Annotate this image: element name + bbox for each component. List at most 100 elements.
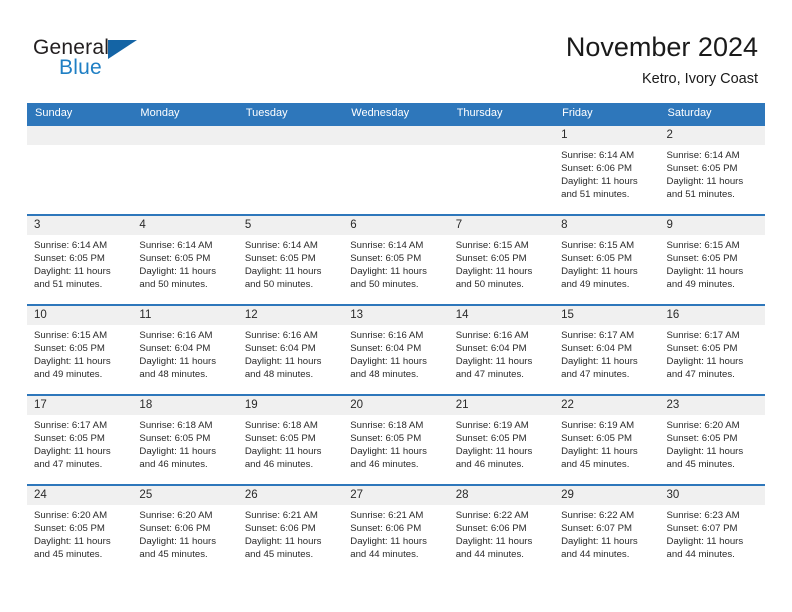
day-cell[interactable]: 16 Sunrise: 6:17 AM Sunset: 6:05 PM Dayligh… — [659, 306, 765, 394]
sunrise-line: Sunrise: 6:15 AM — [455, 240, 529, 251]
day-cell[interactable]: 13 Sunrise: 6:16 AM Sunset: 6:04 PM Dayligh… — [343, 306, 449, 394]
weekday-header-row: Sunday Monday Tuesday Wednesday Thursday… — [27, 103, 765, 124]
day-cell[interactable]: 21 Sunrise: 6:19 AM Sunset: 6:05 PM Dayligh… — [448, 396, 555, 484]
daylight-line-2: and 49 minutes. — [561, 279, 630, 291]
general-blue-logo[interactable]: General Blue — [33, 36, 143, 82]
daylight-line-1: Daylight: 11 hours — [350, 446, 427, 458]
week-row: 1 Sunrise: 6:14 AM Sunset: 6:06 PM Daylight… — [27, 124, 765, 214]
page-header: General Blue November 2024 Ketro, Ivory … — [0, 0, 792, 100]
day-cell[interactable] — [237, 126, 344, 214]
day-details: Sunrise: 6:14 AM Sunset: 6:05 PM Daylight:… — [660, 145, 765, 201]
day-cell[interactable]: 2 Sunrise: 6:14 AM Sunset: 6:05 PM Daylight… — [659, 126, 765, 214]
sunset-line: Sunset: 6:06 PM — [455, 523, 527, 535]
daylight-line-1: Daylight: 11 hours — [34, 356, 111, 368]
day-cell[interactable]: 5 Sunrise: 6:14 AM Sunset: 6:05 PM Daylight… — [237, 216, 344, 304]
day-cell[interactable]: 22 Sunrise: 6:19 AM Sunset: 6:05 PM Dayligh… — [554, 396, 660, 484]
day-cell[interactable]: 11 Sunrise: 6:16 AM Sunset: 6:04 PM Dayligh… — [132, 306, 238, 394]
sunrise-line: Sunrise: 6:20 AM — [666, 420, 740, 431]
day-number — [27, 126, 133, 145]
day-cell[interactable]: 23 Sunrise: 6:20 AM Sunset: 6:05 PM Dayligh… — [659, 396, 765, 484]
sunset-line: Sunset: 6:05 PM — [455, 433, 527, 445]
day-cell[interactable]: 18 Sunrise: 6:18 AM Sunset: 6:05 PM Dayligh… — [132, 396, 238, 484]
weekday-friday: Friday — [562, 107, 593, 119]
day-number: 25 — [132, 486, 238, 505]
day-cell[interactable] — [132, 126, 238, 214]
day-cell[interactable]: 19 Sunrise: 6:18 AM Sunset: 6:05 PM Dayligh… — [237, 396, 344, 484]
day-cell[interactable] — [343, 126, 449, 214]
day-cell[interactable]: 4 Sunrise: 6:14 AM Sunset: 6:05 PM Daylight… — [132, 216, 238, 304]
day-cell[interactable]: 17 Sunrise: 6:17 AM Sunset: 6:05 PM Dayligh… — [27, 396, 133, 484]
daylight-line-2: and 47 minutes. — [666, 369, 735, 381]
sunset-line: Sunset: 6:05 PM — [244, 433, 316, 445]
weekday-saturday: Saturday — [667, 107, 712, 119]
day-details: Sunrise: 6:15 AM Sunset: 6:05 PM Daylight:… — [27, 325, 132, 381]
day-cell[interactable]: 15 Sunrise: 6:17 AM Sunset: 6:04 PM Dayligh… — [554, 306, 660, 394]
day-details: Sunrise: 6:15 AM Sunset: 6:05 PM Daylight:… — [554, 235, 659, 291]
sunset-line: Sunset: 6:04 PM — [350, 343, 422, 355]
sunset-line: Sunset: 6:05 PM — [666, 433, 738, 445]
daylight-line-2: and 46 minutes. — [244, 459, 314, 471]
daylight-line-2: and 44 minutes. — [455, 549, 524, 561]
day-cell[interactable]: 24 Sunrise: 6:20 AM Sunset: 6:05 PM Dayligh… — [27, 486, 133, 574]
day-cell[interactable]: 8 Sunrise: 6:15 AM Sunset: 6:05 PM Daylight… — [554, 216, 660, 304]
daylight-line-1: Daylight: 11 hours — [561, 266, 638, 278]
daylight-line-2: and 49 minutes. — [34, 369, 103, 381]
calendar-grid: Sunday Monday Tuesday Wednesday Thursday… — [27, 103, 765, 574]
day-cell[interactable] — [27, 126, 133, 214]
day-cell[interactable]: 6 Sunrise: 6:14 AM Sunset: 6:05 PM Daylight… — [343, 216, 449, 304]
sunrise-line: Sunrise: 6:18 AM — [139, 420, 213, 431]
sunset-line: Sunset: 6:05 PM — [139, 253, 211, 265]
daylight-line-2: and 44 minutes. — [666, 549, 735, 561]
daylight-line-2: and 47 minutes. — [561, 369, 630, 381]
day-number: 27 — [343, 486, 449, 505]
daylight-line-1: Daylight: 11 hours — [350, 536, 427, 548]
day-cell[interactable]: 20 Sunrise: 6:18 AM Sunset: 6:05 PM Dayligh… — [343, 396, 449, 484]
weekday-wednesday: Wednesday — [351, 107, 410, 119]
day-number: 2 — [659, 126, 765, 145]
day-cell[interactable]: 1 Sunrise: 6:14 AM Sunset: 6:06 PM Daylight… — [554, 126, 660, 214]
sunset-line: Sunset: 6:05 PM — [455, 253, 527, 265]
daylight-line-1: Daylight: 11 hours — [455, 356, 533, 368]
day-details: Sunrise: 6:17 AM Sunset: 6:05 PM Daylight:… — [660, 325, 765, 381]
day-cell[interactable]: 28 Sunrise: 6:22 AM Sunset: 6:06 PM Dayligh… — [448, 486, 555, 574]
day-details: Sunrise: 6:23 AM Sunset: 6:07 PM Daylight:… — [660, 505, 765, 561]
daylight-line-2: and 45 minutes. — [139, 549, 208, 561]
day-number: 14 — [448, 306, 555, 325]
weekday-monday: Monday — [140, 107, 180, 119]
sunset-line: Sunset: 6:05 PM — [34, 343, 105, 355]
sunrise-line: Sunrise: 6:21 AM — [244, 510, 318, 521]
week-row: 3 Sunrise: 6:14 AM Sunset: 6:05 PM Daylight… — [27, 214, 765, 304]
day-cell[interactable]: 25 Sunrise: 6:20 AM Sunset: 6:06 PM Dayligh… — [132, 486, 238, 574]
day-cell[interactable]: 12 Sunrise: 6:16 AM Sunset: 6:04 PM Dayligh… — [237, 306, 344, 394]
day-number: 28 — [448, 486, 555, 505]
day-cell[interactable]: 7 Sunrise: 6:15 AM Sunset: 6:05 PM Daylight… — [448, 216, 555, 304]
day-cell[interactable]: 27 Sunrise: 6:21 AM Sunset: 6:06 PM Dayligh… — [343, 486, 449, 574]
sunset-line: Sunset: 6:05 PM — [350, 433, 422, 445]
day-cell[interactable]: 26 Sunrise: 6:21 AM Sunset: 6:06 PM Dayligh… — [237, 486, 344, 574]
day-cell[interactable]: 29 Sunrise: 6:22 AM Sunset: 6:07 PM Dayligh… — [554, 486, 660, 574]
sunrise-line: Sunrise: 6:16 AM — [139, 330, 213, 341]
sunrise-line: Sunrise: 6:14 AM — [666, 150, 740, 161]
daylight-line-1: Daylight: 11 hours — [561, 446, 638, 458]
sunrise-line: Sunrise: 6:16 AM — [350, 330, 424, 341]
day-number: 26 — [237, 486, 344, 505]
logo-triangle-icon — [108, 40, 137, 59]
day-number: 21 — [448, 396, 555, 415]
daylight-line-1: Daylight: 11 hours — [455, 446, 533, 458]
sunset-line: Sunset: 6:06 PM — [350, 523, 422, 535]
day-cell[interactable]: 10 Sunrise: 6:15 AM Sunset: 6:05 PM Dayligh… — [27, 306, 133, 394]
day-number: 29 — [554, 486, 660, 505]
day-details: Sunrise: 6:20 AM Sunset: 6:06 PM Daylight:… — [132, 505, 237, 561]
daylight-line-1: Daylight: 11 hours — [666, 356, 744, 368]
day-cell[interactable] — [448, 126, 555, 214]
day-cell[interactable]: 14 Sunrise: 6:16 AM Sunset: 6:04 PM Dayligh… — [448, 306, 555, 394]
day-details: Sunrise: 6:18 AM Sunset: 6:05 PM Daylight:… — [132, 415, 237, 471]
day-cell[interactable]: 9 Sunrise: 6:15 AM Sunset: 6:05 PM Daylight… — [659, 216, 765, 304]
weekday-thursday: Thursday — [456, 107, 503, 119]
daylight-line-2: and 49 minutes. — [666, 279, 735, 291]
day-cell[interactable]: 30 Sunrise: 6:23 AM Sunset: 6:07 PM Dayligh… — [659, 486, 765, 574]
day-cell[interactable]: 3 Sunrise: 6:14 AM Sunset: 6:05 PM Daylight… — [27, 216, 133, 304]
day-number: 8 — [554, 216, 660, 235]
week-row: 24 Sunrise: 6:20 AM Sunset: 6:05 PM Dayligh… — [27, 484, 765, 574]
day-details: Sunrise: 6:18 AM Sunset: 6:05 PM Daylight:… — [238, 415, 343, 471]
